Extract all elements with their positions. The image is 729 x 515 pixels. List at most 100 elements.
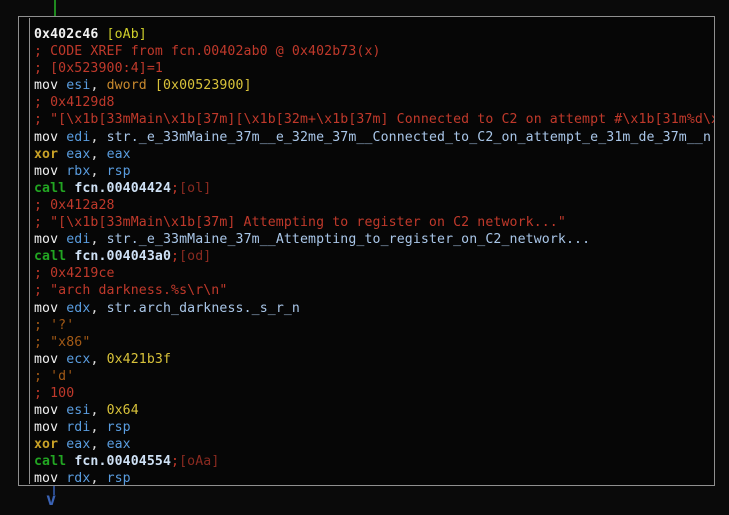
token-comment: ; "arch darkness.%s\r\n" [34, 283, 228, 299]
token-char: ; "x86" [34, 334, 91, 350]
token-comment: ; CODE XREF from fcn.00402ab0 @ 0x402b73… [34, 44, 381, 60]
token-char: ; '?' [34, 317, 75, 333]
token-reg: rbx [66, 163, 91, 179]
instruction-line[interactable]: mov esi, 0x64 [34, 402, 713, 419]
comment-line[interactable]: ; CODE XREF from fcn.00402ab0 @ 0x402b73… [34, 43, 713, 60]
basic-block-node[interactable]: 0x402c46 [oAb]; CODE XREF from fcn.00402… [18, 16, 715, 486]
instruction-line[interactable]: mov edi, str._e_33mMaine_37m__Attempting… [34, 231, 713, 248]
token-reg: rdx [66, 471, 91, 486]
instruction-line[interactable]: mov ecx, 0x421b3f [34, 351, 713, 368]
token-mn: mov [34, 471, 67, 486]
token-plain: , [90, 129, 107, 145]
instruction-line[interactable]: mov edi, str._e_33mMaine_37m__e_32me_37m… [34, 129, 713, 146]
basic-block-body: 0x402c46 [oAb]; CODE XREF from fcn.00402… [20, 18, 714, 486]
token-xref: [od] [179, 249, 212, 265]
token-num: [0x00523900] [154, 78, 252, 94]
token-reg: eax [66, 146, 91, 162]
token-mn: mov [34, 78, 67, 94]
token-fcn: fcn.00404554 [74, 454, 172, 470]
token-comment: ; "[\x1b[33mMain\x1b[37m] Attempting to … [34, 215, 566, 231]
block-header-line[interactable]: 0x402c46 [oAb] [34, 26, 713, 43]
instruction-line[interactable]: xor eax, eax [34, 436, 713, 453]
token-reg: eax [106, 437, 131, 453]
token-semi: ; [171, 249, 180, 265]
token-addr: 0x402c46 [34, 27, 99, 42]
token-plain: , [90, 232, 107, 248]
token-reg: rsp [106, 471, 131, 486]
token-reg: edx [66, 300, 91, 316]
instruction-line[interactable]: mov esi, dword [0x00523900] [34, 77, 713, 94]
token-reg: esi [66, 403, 91, 419]
token-mn-call: call [34, 454, 75, 470]
token-comment: ; "[\x1b[33mMain\x1b[37m][\x1b[32m+\x1b[… [34, 112, 714, 128]
token-reg: esi [66, 78, 91, 94]
token-comment: ; 0x4129d8 [34, 95, 115, 111]
comment-line[interactable]: ; "arch darkness.%s\r\n" [34, 282, 713, 299]
token-semi: ; [171, 180, 180, 196]
token-reg: eax [106, 146, 131, 162]
instruction-line[interactable]: call fcn.00404554;[oAa] [34, 453, 713, 470]
instruction-line[interactable]: call fcn.004043a0;[od] [34, 248, 713, 265]
token-mn-xor: xor [34, 146, 67, 162]
token-reg: rdi [66, 420, 91, 436]
token-plain: , [90, 351, 107, 367]
token-plain: , [90, 300, 107, 316]
token-mn: mov [34, 163, 67, 179]
block-gutter-bar [29, 18, 30, 484]
token-char: ; 'd' [34, 368, 75, 384]
token-plain: , [90, 78, 107, 94]
comment-line[interactable]: ; "[\x1b[33mMain\x1b[37m][\x1b[32m+\x1b[… [34, 111, 714, 128]
comment-line[interactable]: ; "[\x1b[33mMain\x1b[37m] Attempting to … [34, 214, 713, 231]
token-xref: [oAa] [179, 454, 220, 470]
token-mn: mov [34, 420, 67, 436]
token-label: [oAb] [106, 27, 147, 42]
instruction-line[interactable]: mov rdx, rsp [34, 470, 713, 486]
comment-line[interactable]: ; [0x523900:4]=1 [34, 60, 713, 77]
token-mn: mov [34, 232, 67, 248]
comment-line[interactable]: ; 0x412a28 [34, 197, 713, 214]
instruction-line[interactable]: mov rdi, rsp [34, 419, 713, 436]
token-comment: ; 0x412a28 [34, 197, 115, 213]
token-semi: ; [171, 454, 180, 470]
token-num: 0x421b3f [106, 351, 172, 367]
token-str: str.arch_darkness._s_r_n [106, 300, 300, 316]
token-comment: ; [0x523900:4]=1 [34, 61, 163, 77]
token-reg: rsp [106, 163, 131, 179]
disassembly-listing[interactable]: 0x402c46 [oAb]; CODE XREF from fcn.00402… [34, 26, 714, 486]
token-reg: ecx [66, 351, 91, 367]
token-fcn: fcn.00404424 [74, 180, 172, 196]
token-fcn: fcn.004043a0 [74, 249, 172, 265]
comment-line[interactable]: ; '?' [34, 317, 713, 334]
token-mn: mov [34, 351, 67, 367]
token-reg: edi [66, 232, 91, 248]
comment-line[interactable]: ; "x86" [34, 334, 713, 351]
instruction-line[interactable]: mov rbx, rsp [34, 163, 713, 180]
comment-line[interactable]: ; 'd' [34, 368, 713, 385]
incoming-edge [54, 0, 56, 16]
token-plain: , [90, 403, 107, 419]
token-comment: ; 0x4219ce [34, 266, 115, 282]
token-mn-call: call [34, 180, 75, 196]
token-mn: mov [34, 403, 67, 419]
comment-line[interactable]: ; 0x4129d8 [34, 94, 713, 111]
token-mn: mov [34, 129, 67, 145]
comment-line[interactable]: ; 100 [34, 385, 713, 402]
instruction-line[interactable]: mov edx, str.arch_darkness._s_r_n [34, 300, 713, 317]
instruction-line[interactable]: xor eax, eax [34, 146, 713, 163]
token-reg: edi [66, 129, 91, 145]
token-plain: , [90, 437, 107, 453]
token-plain: , [90, 471, 107, 486]
disassembly-graph-canvas[interactable]: 0x402c46 [oAb]; CODE XREF from fcn.00402… [0, 0, 729, 515]
token-kw: dword [106, 78, 155, 94]
token-comment: ; 100 [34, 385, 75, 401]
token-num: 0x64 [106, 403, 139, 419]
outgoing-edge-arrow-icon: v [46, 490, 57, 510]
token-str: str._e_33mMaine_37m__e_32me_37m__Connect… [106, 129, 712, 145]
token-mn: mov [34, 300, 67, 316]
token-str: str._e_33mMaine_37m__Attempting_to_regis… [106, 232, 591, 248]
token-reg: rsp [106, 420, 131, 436]
comment-line[interactable]: ; 0x4219ce [34, 265, 713, 282]
instruction-line[interactable]: call fcn.00404424;[ol] [34, 180, 713, 197]
token-reg: eax [66, 437, 91, 453]
token-plain: , [90, 163, 107, 179]
